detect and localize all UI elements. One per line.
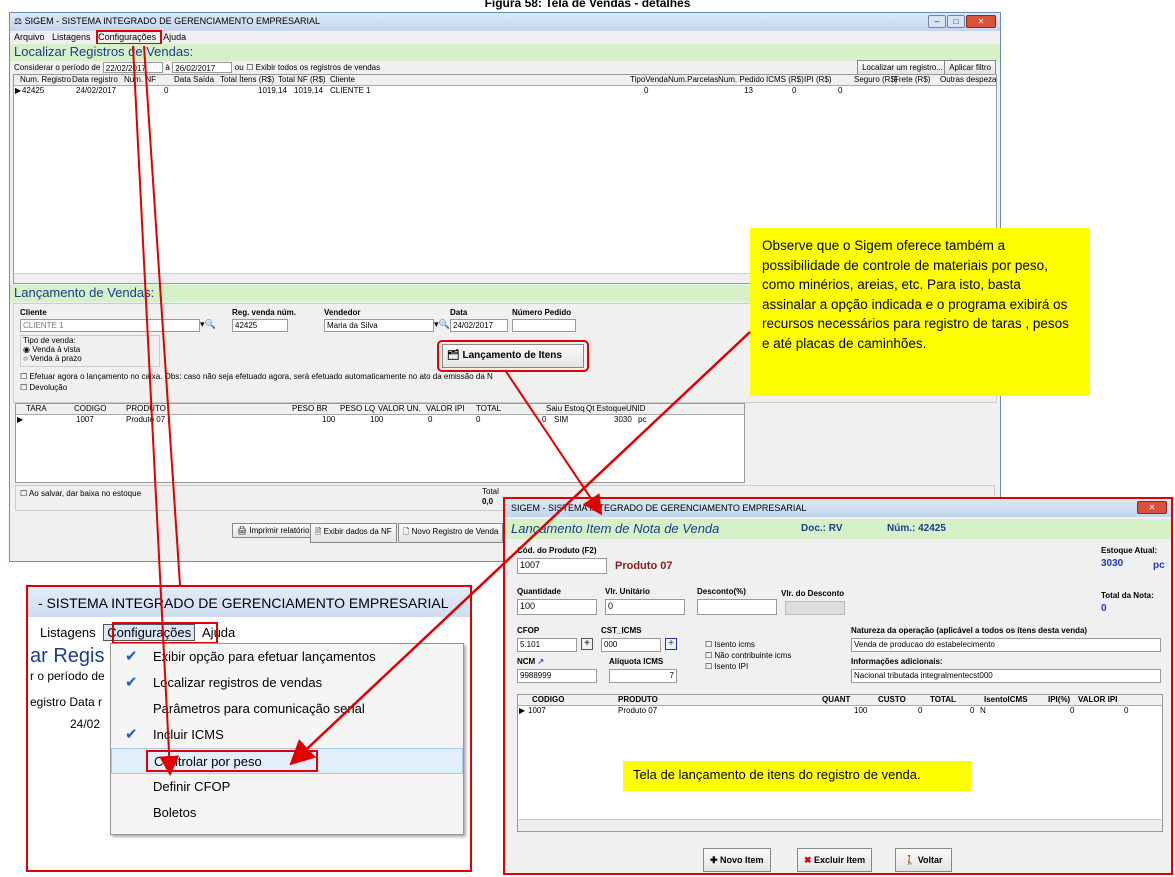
arrow-note-to-option bbox=[289, 331, 751, 766]
arrow-button-to-item-window bbox=[504, 369, 603, 516]
arrow-menu-to-zoom-panel bbox=[143, 45, 181, 586]
annotation-arrows bbox=[132, 45, 751, 776]
